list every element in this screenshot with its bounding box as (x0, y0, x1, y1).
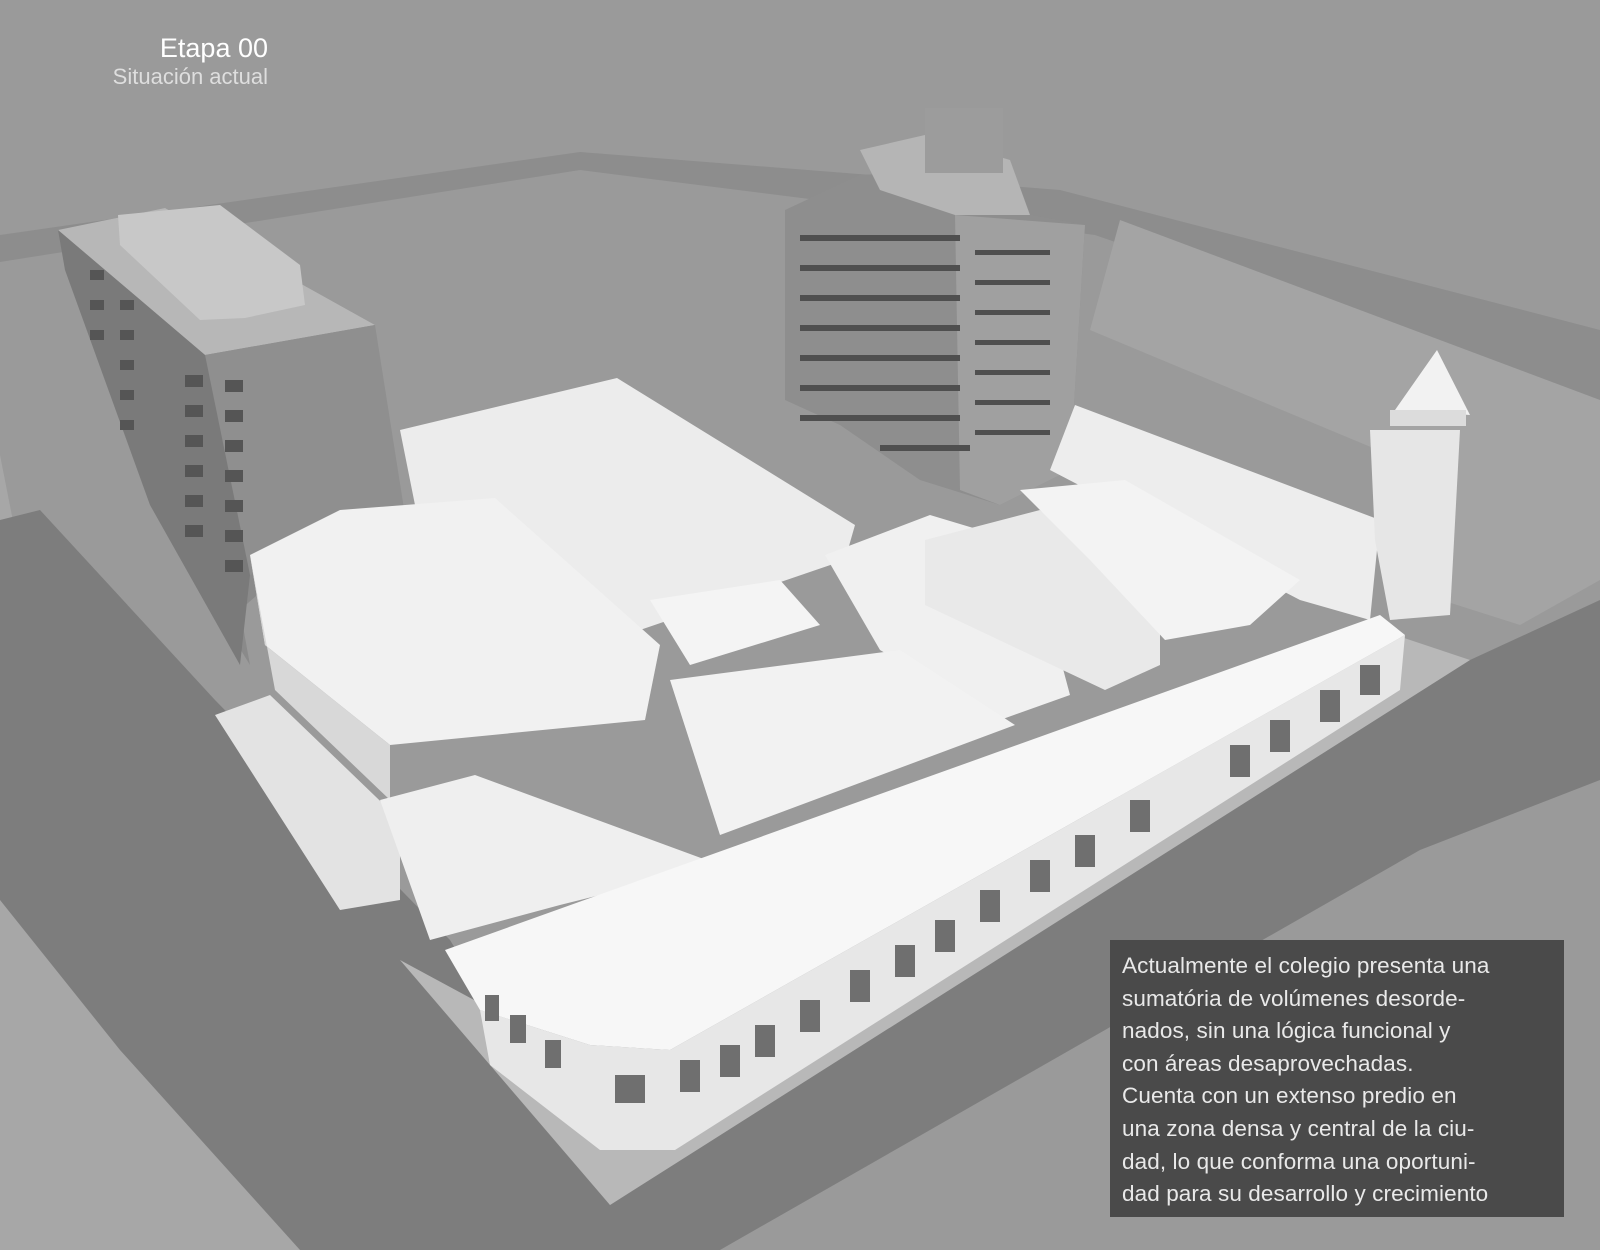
description-line: Actualmente el colegio presenta una (1122, 953, 1490, 978)
description-line: con áreas desaprovechadas. (1122, 1050, 1414, 1076)
stage-subtitle: Situación actual (112, 64, 268, 89)
description-line: dad para su desarrollo y crecimiento (1122, 1181, 1489, 1207)
description-box: Actualmente el colegio presenta una suma… (1110, 940, 1564, 1217)
description-line: nados, sin una lógica funcional y (1122, 1018, 1451, 1044)
description-line: Cuenta con un extenso predio en (1122, 1083, 1457, 1109)
stage-title-block: Etapa 00 Situación actual (78, 32, 268, 90)
description-line: dad, lo que conforma una oportuni- (1122, 1148, 1476, 1174)
description-line: sumatória de volúmenes desorde- (1122, 985, 1466, 1011)
stage-title: Etapa 00 (159, 33, 268, 63)
description-line: una zona densa y central de la ciu- (1122, 1115, 1475, 1141)
